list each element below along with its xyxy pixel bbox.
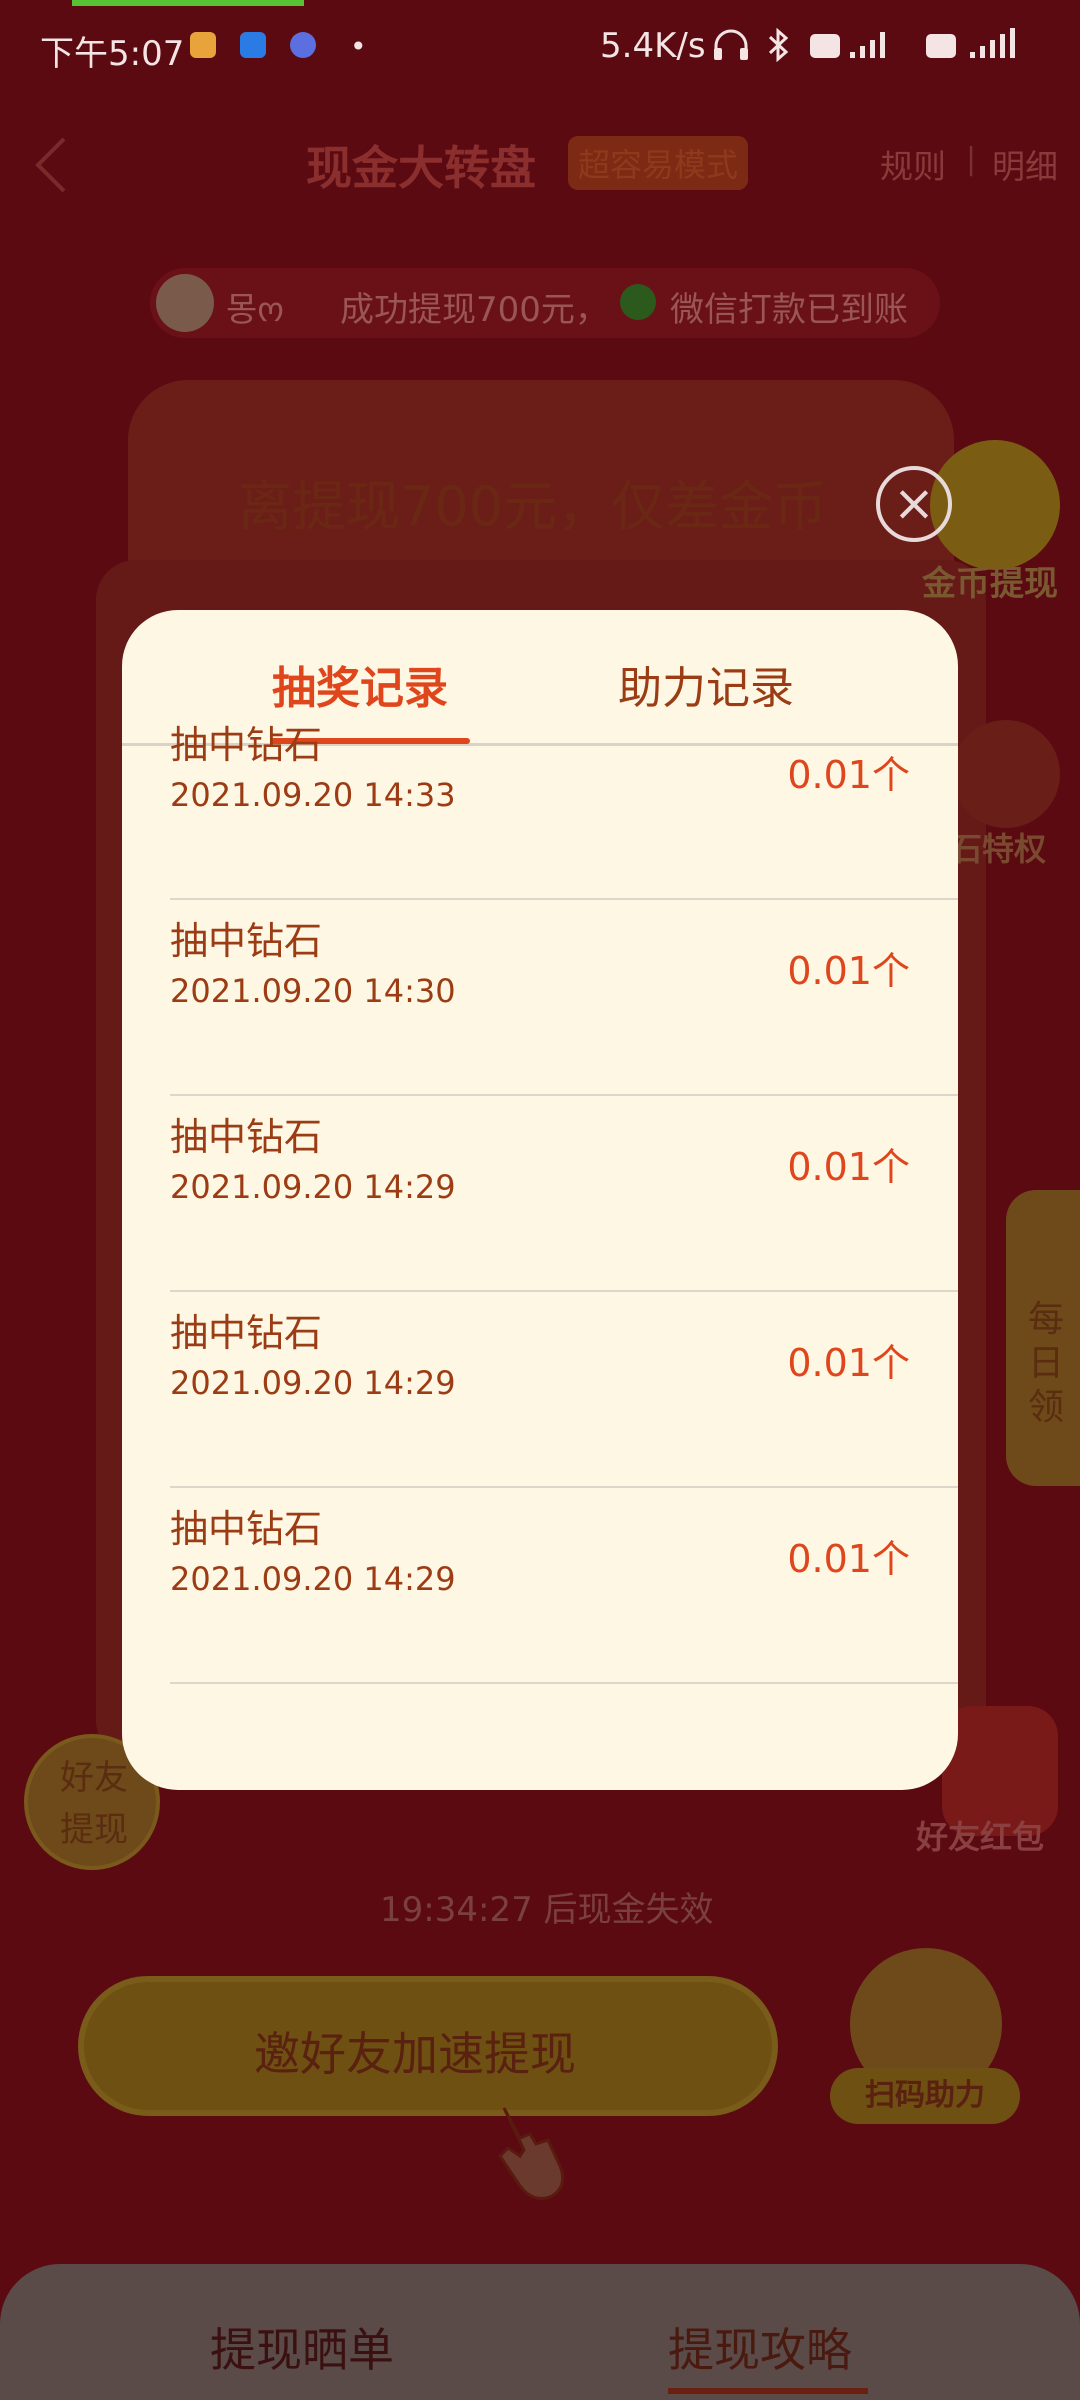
scan-assist-button[interactable]: 扫码助力 (830, 2068, 1020, 2124)
list-item: 抽中钻石 2021.09.20 14:29 0.01个 (170, 1488, 958, 1684)
rules-link[interactable]: 规则 (880, 140, 946, 188)
list-item: 抽中钻石 2021.09.20 14:29 0.01个 (170, 1096, 958, 1292)
check-icon (620, 284, 656, 320)
invite-friends-label: 邀好友加速提现 (254, 2027, 576, 2081)
record-title: 抽中钻石 (170, 919, 323, 963)
ticker-message-suffix: 微信打款已到账 (670, 290, 908, 330)
ticker-user-name: 몽ო (226, 290, 285, 330)
friend-redpacket-label[interactable]: 好友红包 (916, 1812, 1044, 1858)
record-amount: 0.01个 (787, 1341, 910, 1385)
daily-claim-label: 领 (1028, 1387, 1065, 1428)
diamond-privilege-label[interactable]: 石特权 (950, 824, 1046, 870)
detail-link[interactable]: 明细 (992, 140, 1058, 188)
card-headline: 离提现700元，仅差金币 (238, 475, 828, 538)
record-title: 抽中钻石 (170, 723, 323, 767)
record-amount: 0.01个 (787, 949, 910, 993)
tab-withdraw-guide[interactable]: 提现攻略 (668, 2314, 852, 2380)
avatar (156, 274, 214, 332)
record-amount: 0.01个 (787, 753, 910, 797)
withdraw-ticker: 몽ო 成功提现700元， 微信打款已到账 (150, 268, 940, 338)
back-arrow-icon[interactable] (30, 135, 70, 195)
header-separator: | (966, 142, 977, 177)
pointing-hand-icon (498, 2107, 565, 2200)
record-title: 抽中钻石 (170, 1507, 323, 1551)
record-title: 抽中钻石 (170, 1311, 323, 1355)
record-time: 2021.09.20 14:30 (170, 972, 456, 1010)
record-amount: 0.01个 (787, 1537, 910, 1581)
record-title: 抽中钻石 (170, 1115, 323, 1159)
record-time: 2021.09.20 14:33 (170, 776, 456, 814)
tab-withdraw-showcase[interactable]: 提现晒单 (210, 2314, 394, 2380)
record-time: 2021.09.20 14:29 (170, 1364, 456, 1402)
record-amount: 0.01个 (787, 1145, 910, 1189)
bottom-tab-bar (0, 2264, 1080, 2400)
page-title: 现金大转盘 (306, 141, 536, 195)
list-item: 抽中钻石 2021.09.20 14:29 0.01个 (170, 1292, 958, 1488)
diamond-icon[interactable] (952, 720, 1060, 828)
coin-withdraw-label[interactable]: 金币提现 (922, 556, 1058, 605)
list-item: 抽中钻石 2021.09.20 14:30 0.01个 (170, 900, 958, 1096)
record-time: 2021.09.20 14:29 (170, 1168, 456, 1206)
mode-tag: 超容易模式 (568, 136, 749, 190)
ticker-message: 成功提现700元， (340, 290, 609, 330)
countdown-text: 19:34:27 后现金失效 (380, 1890, 714, 1930)
close-icon[interactable]: × (876, 466, 952, 542)
records-modal: 抽奖记录 助力记录 抽中钻石 2021.09.20 14:33 0.01个 抽中… (122, 610, 958, 1790)
record-time: 2021.09.20 14:29 (170, 1560, 456, 1598)
friend-withdraw-label: 好友提现 (60, 1758, 128, 1850)
tab-underline (668, 2388, 868, 2394)
list-item: 抽中钻石 2021.09.20 14:33 0.01个 (170, 704, 958, 900)
